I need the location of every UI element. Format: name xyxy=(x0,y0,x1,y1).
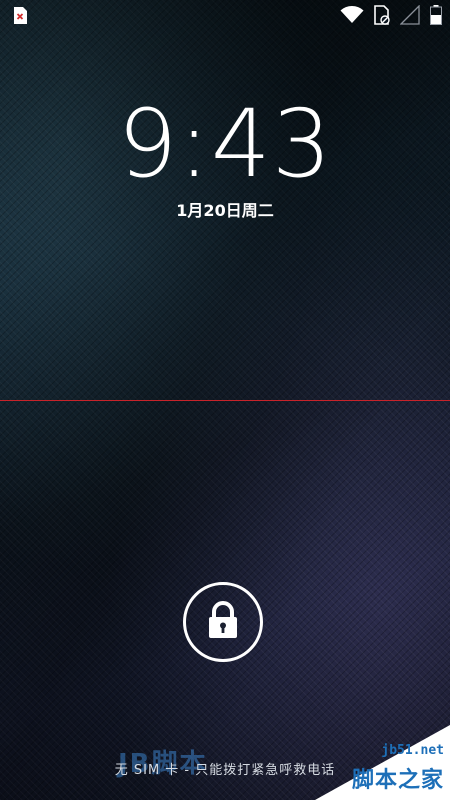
watermark-title: 脚本之家 xyxy=(351,767,444,793)
corner-watermark: jb51.net 脚本之家 xyxy=(315,725,450,800)
lock-screen: 9:43 1月20日周二 JB脚本 无 SIM 卡 - 只能拨打紧急呼救电话 j… xyxy=(0,0,450,800)
wifi-icon xyxy=(340,6,364,24)
cell-signal-icon xyxy=(400,5,420,25)
battery-icon xyxy=(430,5,442,25)
sim-error-icon xyxy=(12,6,28,25)
sim-card-icon xyxy=(374,5,390,25)
clock: 9:43 xyxy=(117,90,333,199)
watermark-url: jb51.net xyxy=(381,743,444,758)
date-label: 1月20日周二 xyxy=(176,201,274,220)
lock-icon xyxy=(206,601,240,643)
guideline-divider xyxy=(0,400,450,401)
unlock-button[interactable] xyxy=(183,582,263,662)
status-bar xyxy=(0,0,450,30)
status-icons xyxy=(340,5,442,25)
